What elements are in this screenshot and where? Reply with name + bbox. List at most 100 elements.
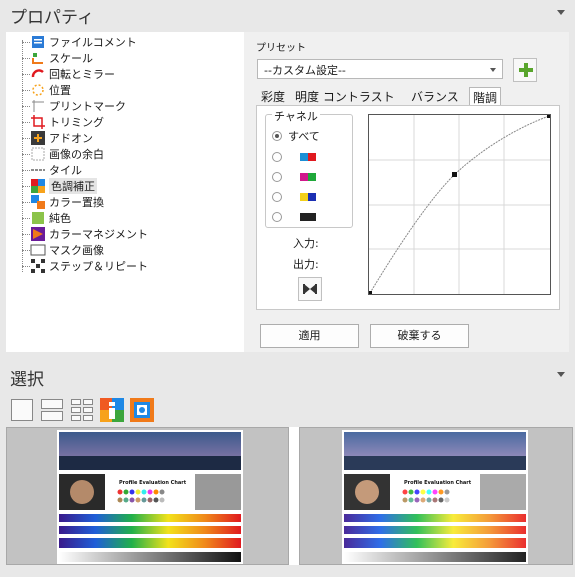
black-swatch xyxy=(300,213,316,221)
add-preset-button[interactable] xyxy=(513,58,537,82)
tree-item-color-correction[interactable]: 色調補正 xyxy=(30,178,97,194)
color-correction-icon xyxy=(30,178,46,194)
tree-connector-tick xyxy=(22,154,30,155)
discard-button[interactable]: 破棄する xyxy=(370,324,469,348)
channel-all-label: すべて xyxy=(288,130,320,143)
magenta-green-swatch xyxy=(300,173,316,181)
channel-legend: チャネル xyxy=(272,108,320,124)
thumbnail-adjusted[interactable]: Profile Evaluation Chart xyxy=(299,427,573,565)
print-mark-icon xyxy=(30,98,46,114)
tree-item-label: トリミング xyxy=(49,116,104,129)
selection-toolbar xyxy=(10,398,154,422)
position-icon xyxy=(30,82,46,98)
tab-balance[interactable]: バランス xyxy=(408,87,462,105)
two-row-view-icon[interactable] xyxy=(40,398,64,422)
single-view-icon[interactable] xyxy=(10,398,34,422)
plus-icon-bar xyxy=(519,68,533,72)
properties-body: ファイルコメント スケール回転とミラー 位置プリントマーク トリミングアドオン画像の余… xyxy=(6,32,569,352)
tree-connector-tick xyxy=(22,106,30,107)
apply-button[interactable]: 適用 xyxy=(260,324,359,348)
tree-item-label: アドオン xyxy=(49,132,93,145)
tree-item-label: 画像の余白 xyxy=(49,148,104,161)
yellow-blue-swatch xyxy=(300,193,316,201)
settings-photo-icon[interactable] xyxy=(130,398,154,422)
output-label: 出力: xyxy=(293,258,319,271)
tree-item-rotate-mirror[interactable]: 回転とミラー xyxy=(30,66,115,82)
bowtie-icon xyxy=(303,284,317,294)
tree-item-color-management[interactable]: カラーマネジメント xyxy=(30,226,148,242)
channel-option-magenta-green[interactable] xyxy=(272,170,316,184)
properties-header: プロパティ xyxy=(0,0,575,28)
tree-item-addon[interactable]: アドオン xyxy=(30,130,93,146)
tree-item-label: プリントマーク xyxy=(49,100,126,113)
tone-curve-editor[interactable] xyxy=(368,114,551,295)
reset-curve-button[interactable] xyxy=(298,277,322,301)
tree-item-label: ファイルコメント xyxy=(49,36,137,49)
tree-item-label: マスク画像 xyxy=(49,244,104,257)
thumbnail-original[interactable]: Profile Evaluation Chart xyxy=(6,427,289,565)
tree-connector-tick xyxy=(22,266,30,267)
tab-brightness-contrast[interactable]: 明度 コントラスト xyxy=(292,87,398,105)
tree-item-position[interactable]: 位置 xyxy=(30,82,71,98)
radio-cyan-red[interactable] xyxy=(272,152,282,162)
info-icon[interactable] xyxy=(100,398,124,422)
radio-black[interactable] xyxy=(272,212,282,222)
radio-magenta-green[interactable] xyxy=(272,172,282,182)
tree-item-label: スケール xyxy=(49,52,93,65)
tree-item-step-repeat[interactable]: ステップ＆リピート xyxy=(30,258,148,274)
tab-tone-curve[interactable]: 階調 xyxy=(469,87,502,106)
input-label: 入力: xyxy=(293,237,319,250)
tree-connector-tick xyxy=(22,170,30,171)
color-replace-icon xyxy=(30,194,46,210)
tree-connector-tick xyxy=(22,58,30,59)
tone-curve-graph xyxy=(369,115,550,294)
svg-text:Profile Evaluation Chart: Profile Evaluation Chart xyxy=(404,480,472,486)
cyan-red-swatch xyxy=(300,153,316,161)
tab-saturation[interactable]: 彩度 xyxy=(258,87,288,105)
channel-option-yellow-blue[interactable] xyxy=(272,190,316,204)
image-margin-icon xyxy=(30,146,46,162)
tile-icon xyxy=(30,162,46,178)
thumbnail-area: Profile Evaluation Chart Profile Evaluat… xyxy=(6,427,573,565)
tree-item-label: カラーマネジメント xyxy=(49,228,148,241)
tree-connector-tick xyxy=(22,42,30,43)
preset-label: プリセット xyxy=(256,43,306,54)
tree-item-file-comment[interactable]: ファイルコメント xyxy=(30,34,137,50)
addon-icon xyxy=(30,130,46,146)
dropdown-arrow-icon xyxy=(490,68,496,72)
tree-item-label: 回転とミラー xyxy=(49,68,115,81)
tree-item-tile[interactable]: タイル xyxy=(30,162,82,178)
mask-image-icon xyxy=(30,242,46,258)
channel-option-cyan-red[interactable] xyxy=(272,150,316,164)
tree-item-image-margin[interactable]: 画像の余白 xyxy=(30,146,104,162)
property-tree: ファイルコメント スケール回転とミラー 位置プリントマーク トリミングアドオン画像の余… xyxy=(6,32,244,352)
radio-yellow-blue[interactable] xyxy=(272,192,282,202)
channel-option-all[interactable]: すべて xyxy=(272,129,320,143)
properties-collapse-icon[interactable] xyxy=(557,10,565,15)
tree-connector-tick xyxy=(22,74,30,75)
grid-view-icon[interactable] xyxy=(70,398,94,422)
tree-connector-tick xyxy=(22,202,30,203)
solid-color-icon xyxy=(30,210,46,226)
tree-item-color-replace[interactable]: カラー置換 xyxy=(30,194,104,210)
channel-group: チャネル すべて xyxy=(265,108,353,228)
radio-all[interactable] xyxy=(272,131,282,141)
rotate-mirror-icon xyxy=(30,66,46,82)
properties-title: プロパティ xyxy=(10,8,94,28)
tree-connector-tick xyxy=(22,122,30,123)
file-comment-icon xyxy=(30,34,46,50)
tree-item-mask-image[interactable]: マスク画像 xyxy=(30,242,104,258)
tree-item-print-mark[interactable]: プリントマーク xyxy=(30,98,126,114)
tree-item-solid-color[interactable]: 純色 xyxy=(30,210,71,226)
tree-item-label: タイル xyxy=(49,164,82,177)
selection-collapse-icon[interactable] xyxy=(557,372,565,377)
preset-select[interactable]: --カスタム設定-- xyxy=(257,59,503,79)
channel-option-black[interactable] xyxy=(272,210,316,224)
svg-text:Profile Evaluation Chart: Profile Evaluation Chart xyxy=(119,480,187,486)
tree-item-scale[interactable]: スケール xyxy=(30,50,93,66)
tree-item-label: ステップ＆リピート xyxy=(49,260,148,273)
selection-title: 選択 xyxy=(10,370,44,390)
tree-item-crop[interactable]: トリミング xyxy=(30,114,104,130)
selection-header: 選択 xyxy=(0,362,575,390)
chart-thumbnail: Profile Evaluation Chart xyxy=(57,430,243,564)
